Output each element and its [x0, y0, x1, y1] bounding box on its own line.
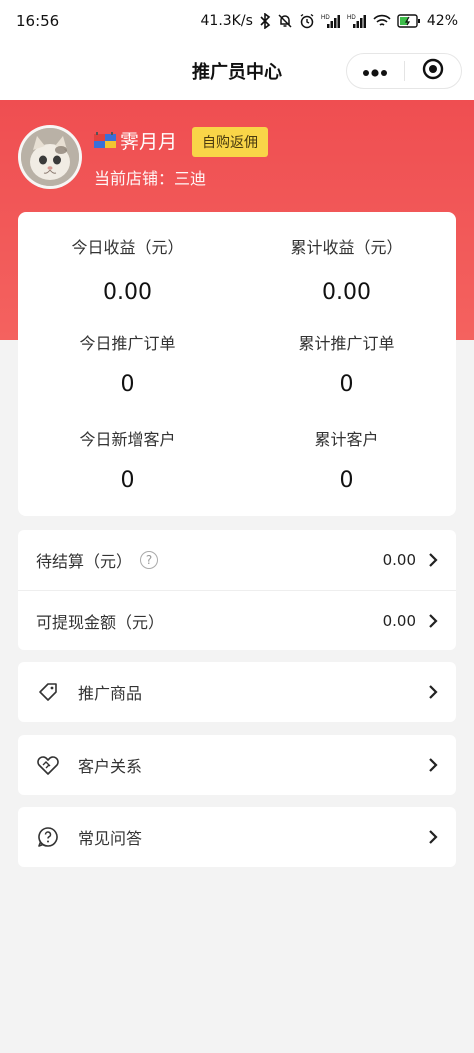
stat-value: 0.00 — [103, 280, 152, 305]
signal-2-icon: HD — [347, 13, 367, 29]
promote-goods-label: 推广商品 — [78, 684, 143, 703]
stat-today-income: 今日收益（元） 0.00 — [18, 234, 237, 305]
withdrawable-row[interactable]: 可提现金额（元） 0.00 — [18, 590, 456, 650]
self-buy-rebate-badge[interactable]: 自购返佣 — [192, 127, 268, 157]
alarm-icon — [299, 13, 315, 29]
withdrawable-label: 可提现金额（元） — [36, 612, 165, 632]
nav-bar: 推广员中心 — [0, 42, 474, 100]
menu-card-faq: 常见问答 — [18, 807, 456, 867]
menu-card-promote-goods: 推广商品 — [18, 662, 456, 722]
pending-settlement-row[interactable]: 待结算（元） ? 0.00 — [18, 530, 456, 590]
status-time: 16:56 — [16, 12, 60, 30]
close-miniprogram-button[interactable] — [405, 54, 462, 88]
stat-today-customers: 今日新增客户 0 — [18, 426, 237, 493]
svg-text:HD: HD — [321, 15, 330, 21]
stat-label: 今日推广订单 — [79, 334, 176, 353]
chevron-right-icon — [428, 684, 438, 700]
menu-card-customers: 客户关系 — [18, 735, 456, 795]
customer-relations-label: 客户关系 — [78, 757, 143, 776]
svg-text:HD: HD — [347, 15, 356, 21]
battery-icon — [397, 14, 421, 28]
handshake-heart-icon — [36, 753, 60, 777]
stat-total-income: 累计收益（元） 0.00 — [237, 234, 456, 305]
wifi-icon — [373, 14, 391, 28]
chevron-right-icon — [428, 757, 438, 773]
page-title: 推广员中心 — [192, 62, 282, 83]
stat-today-orders: 今日推广订单 0 — [18, 330, 237, 397]
user-name: 霁月月 — [120, 131, 178, 153]
faq-label: 常见问答 — [78, 829, 143, 848]
signal-1-icon: HD — [321, 13, 341, 29]
stats-card: 今日收益（元） 0.00 累计收益（元） 0.00 今日推广订单 0 累计推广订… — [18, 212, 456, 516]
question-help-icon[interactable]: ? — [140, 551, 159, 569]
stat-label: 累计客户 — [314, 430, 379, 449]
stat-value: 0.00 — [322, 280, 371, 305]
stat-total-orders: 累计推广订单 0 — [237, 330, 456, 397]
chevron-right-icon — [428, 552, 438, 568]
stat-total-customers: 累计客户 0 — [237, 426, 456, 493]
stat-value: 0 — [120, 372, 135, 397]
miniprogram-capsule — [346, 53, 462, 89]
stat-label: 今日新增客户 — [79, 430, 176, 449]
battery-percent: 42% — [426, 13, 458, 29]
bluetooth-icon — [259, 13, 271, 29]
status-bar: 16:56 41.3K/s HD HD 42% — [0, 0, 474, 42]
balance-card: 待结算（元） ? 0.00 可提现金额（元） 0.00 — [18, 530, 456, 650]
stat-value: 0 — [120, 468, 135, 493]
more-button[interactable] — [347, 54, 404, 88]
withdrawable-amount: 0.00 — [382, 611, 416, 630]
customer-relations-row[interactable]: 客户关系 — [18, 735, 456, 795]
name-emoji-icon — [94, 131, 116, 150]
stat-value: 0 — [339, 372, 354, 397]
avatar[interactable] — [18, 125, 82, 189]
chevron-right-icon — [428, 829, 438, 845]
status-right: 41.3K/s HD HD 42% — [200, 13, 458, 29]
question-bubble-icon — [36, 825, 60, 849]
current-store: 当前店铺：三迪 — [94, 169, 207, 188]
user-name-row: 霁月月 — [94, 127, 177, 154]
cat-avatar-image — [21, 128, 79, 186]
target-circle-icon — [422, 58, 444, 84]
chevron-right-icon — [428, 613, 438, 629]
mute-bell-icon — [277, 13, 293, 29]
tag-icon — [36, 680, 60, 704]
stat-label: 累计推广订单 — [298, 334, 395, 353]
net-speed: 41.3K/s — [200, 13, 253, 29]
faq-row[interactable]: 常见问答 — [18, 807, 456, 867]
more-dots-icon — [362, 62, 388, 81]
stat-value: 0 — [339, 468, 354, 493]
pending-amount: 0.00 — [382, 551, 416, 569]
pending-label: 待结算（元） — [36, 552, 133, 571]
stat-label: 累计收益（元） — [290, 238, 403, 257]
stat-label: 今日收益（元） — [71, 238, 184, 257]
promote-goods-row[interactable]: 推广商品 — [18, 662, 456, 722]
